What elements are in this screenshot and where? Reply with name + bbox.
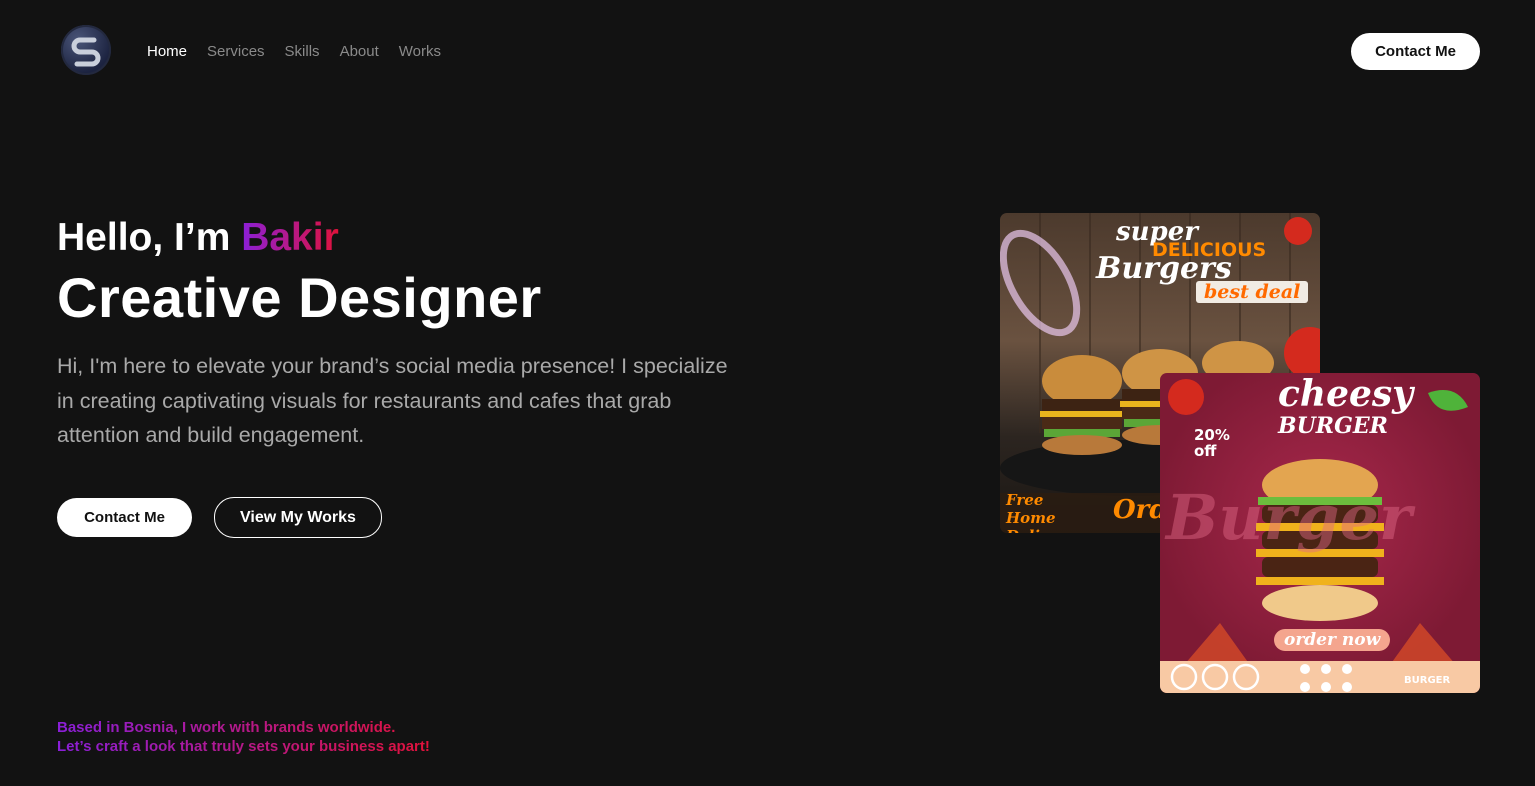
card2-discount: 20% off (1194, 426, 1230, 460)
greeting-prefix: Hello, I’m (57, 216, 242, 259)
s-logo-icon (71, 37, 101, 67)
view-works-button[interactable]: View My Works (214, 497, 382, 538)
card2-watermark: Burger (1166, 481, 1412, 554)
footer-note: Based in Bosnia, I work with brands worl… (57, 718, 430, 756)
nav-contact-button[interactable]: Contact Me (1351, 33, 1480, 70)
hero-contact-button[interactable]: Contact Me (57, 498, 192, 537)
card1-badge: best deal (1196, 281, 1309, 303)
main-nav: Home Services Skills About Works (147, 42, 441, 62)
card2-brand: BURGER (1404, 675, 1451, 686)
hero-greeting: Hello, I’m Bakir (57, 214, 339, 262)
nav-item-services[interactable]: Services (207, 42, 265, 62)
card2-cta: order now (1274, 629, 1391, 651)
hero-title: Creative Designer (57, 266, 542, 329)
portfolio-image-cheesy-burger[interactable]: cheesy BURGER 20% off Burger order now B… (1160, 373, 1480, 693)
site-logo[interactable] (61, 25, 111, 75)
nav-item-skills[interactable]: Skills (285, 42, 320, 62)
greeting-name: Bakir (241, 216, 339, 259)
nav-item-about[interactable]: About (340, 42, 379, 62)
footer-note-line-2: Let’s craft a look that truly sets your … (57, 738, 430, 755)
nav-item-works[interactable]: Works (399, 42, 441, 62)
card2-line-2: BURGER (1278, 413, 1388, 439)
footer-note-line-1: Based in Bosnia, I work with brands worl… (57, 718, 430, 737)
nav-item-home[interactable]: Home (147, 42, 187, 62)
card2-line-1: cheesy (1278, 373, 1414, 415)
card1-footer-left: Free Home Delivery (1006, 491, 1075, 533)
hero-description: Hi, I'm here to elevate your brand’s soc… (57, 354, 728, 447)
